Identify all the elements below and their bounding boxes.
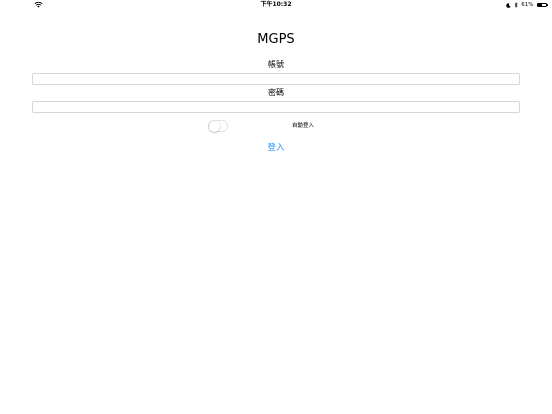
app-title: MGPS (257, 32, 295, 47)
bluetooth-icon (514, 2, 518, 8)
account-label: 帳號 (268, 60, 284, 69)
toggle-knob (209, 121, 220, 132)
login-button[interactable]: 登入 (256, 141, 296, 155)
auto-login-toggle[interactable] (208, 120, 228, 132)
status-right-group: 61% (506, 1, 548, 9)
battery-percent: 61% (521, 2, 534, 8)
status-bar: 下午10:32 61% (0, 0, 552, 10)
account-input[interactable] (32, 73, 520, 85)
auto-login-label: 自動登入 (292, 123, 315, 129)
moon-icon (506, 2, 511, 8)
password-label: 密碼 (268, 88, 284, 97)
battery-icon (536, 2, 548, 8)
battery-fill (538, 4, 542, 6)
status-time: 下午10:32 (260, 1, 292, 8)
password-input[interactable] (32, 101, 520, 113)
